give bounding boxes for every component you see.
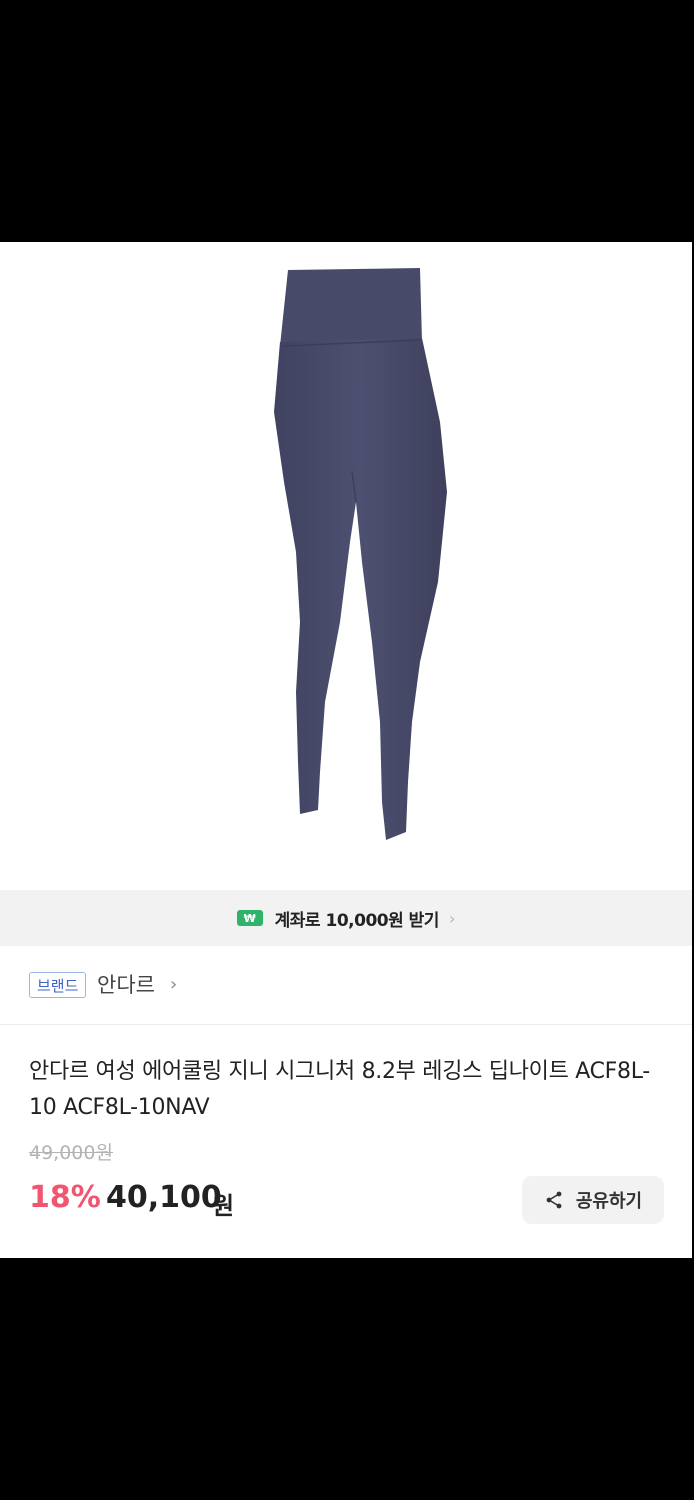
- product-image[interactable]: [0, 242, 692, 890]
- won-icon: ₩: [236, 910, 263, 926]
- brand-row: 브랜드 안다르 ›: [0, 946, 692, 1025]
- share-button[interactable]: 공유하기: [522, 1176, 664, 1224]
- account-reward-banner[interactable]: ₩ 계좌로 10,000원 받기 ›: [0, 890, 692, 946]
- bottom-black-area: [0, 1258, 694, 1500]
- chevron-right-icon[interactable]: ›: [170, 972, 177, 998]
- product-card: ₩ 계좌로 10,000원 받기 › 브랜드 안다르 › 안다르 여성 에어쿨링…: [0, 242, 692, 1258]
- chevron-right-icon: ›: [448, 908, 456, 928]
- sale-price: 40,100: [106, 1180, 222, 1215]
- leggings-image: [274, 268, 447, 840]
- share-icon: [546, 1191, 562, 1209]
- price-unit: 원: [212, 1192, 235, 1220]
- brand-tag: 브랜드: [29, 972, 87, 998]
- share-label: 공유하기: [575, 1191, 643, 1212]
- brand-link[interactable]: 안다르: [97, 972, 155, 998]
- product-title: 안다르 여성 에어쿨링 지니 시그니처 8.2부 레깅스 딥나이트 ACF8L-…: [29, 1059, 650, 1120]
- top-black-area: [0, 0, 694, 242]
- original-price: 49,000원: [29, 1142, 113, 1164]
- discount-rate: 18%: [29, 1180, 101, 1215]
- promo-text: 계좌로 10,000원 받기: [274, 910, 440, 931]
